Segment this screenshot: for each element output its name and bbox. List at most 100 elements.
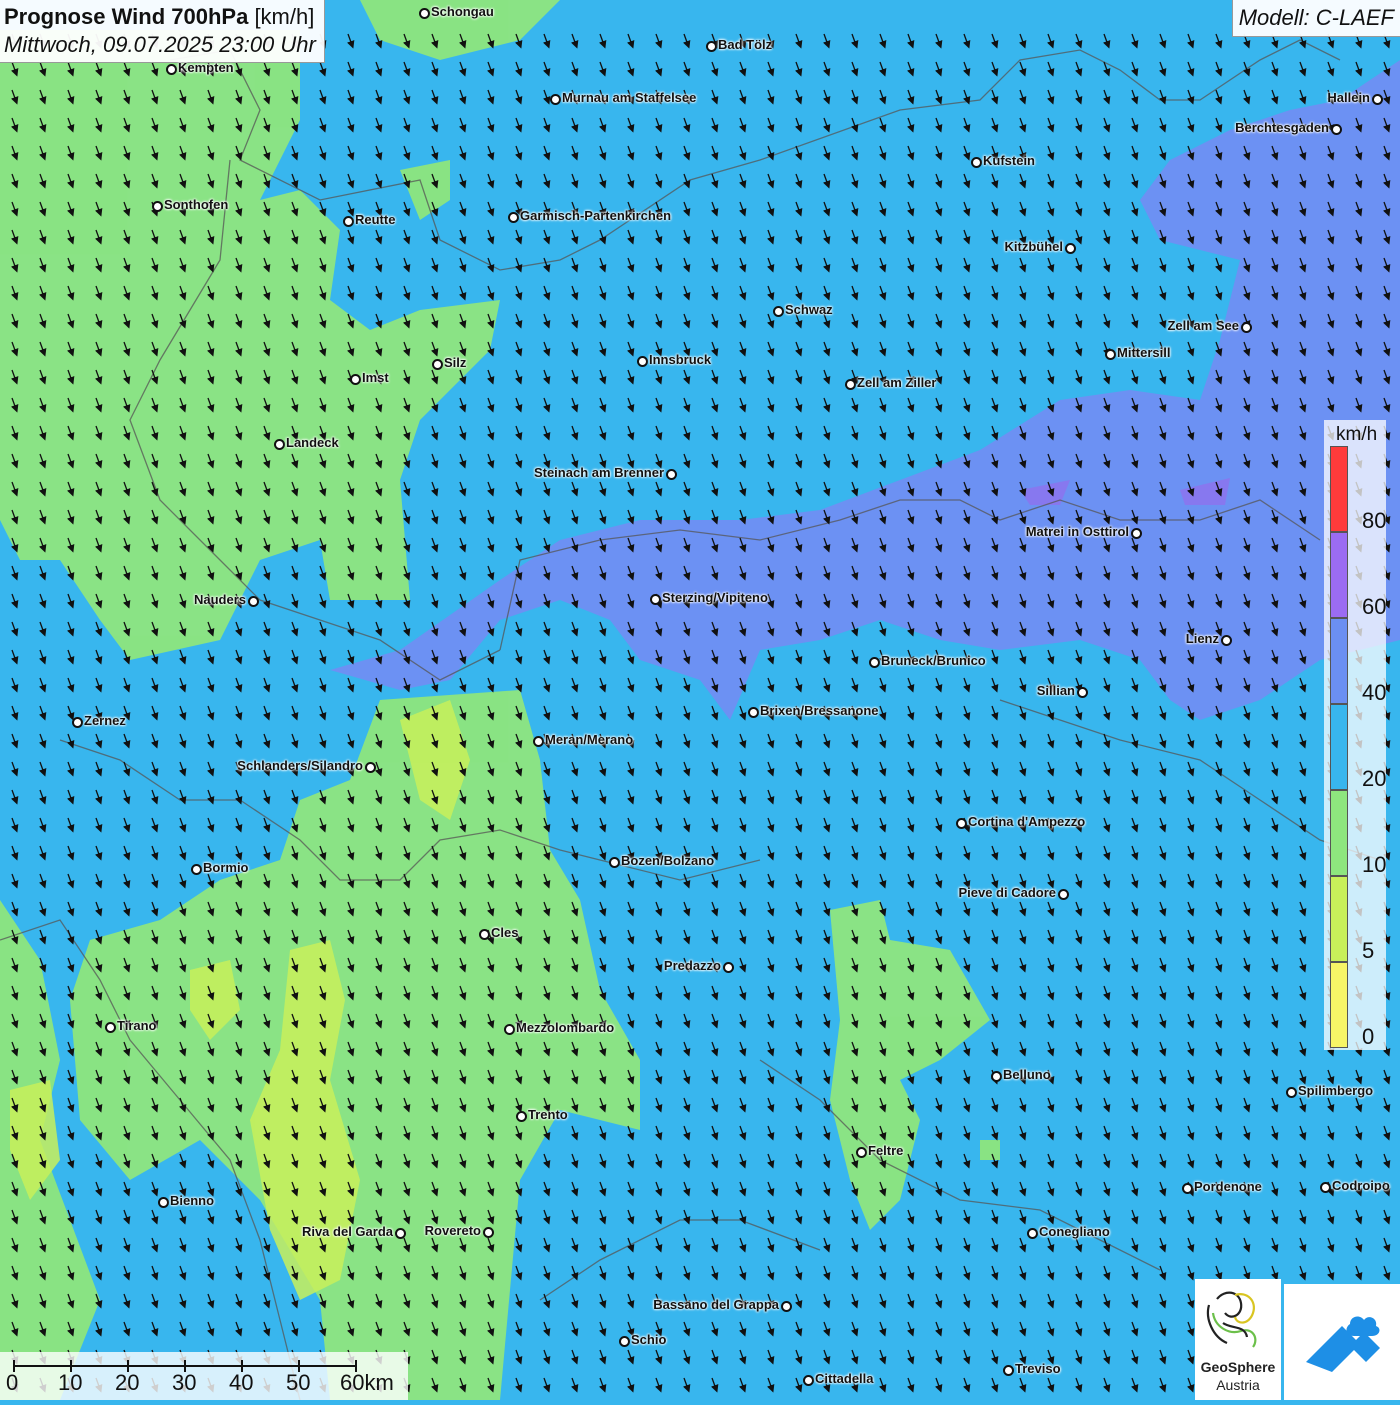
city-label: Schlanders/Silandro — [237, 758, 363, 773]
city-label: Bormio — [203, 860, 249, 875]
city-marker — [869, 657, 880, 668]
city-label: Zell am Ziller — [857, 375, 937, 390]
city-label: Schongau — [431, 4, 494, 19]
map-title-unit: [km/h] — [254, 4, 315, 29]
city-label: Nauders — [193, 592, 246, 607]
city-label: Mezzolombardo — [516, 1020, 615, 1035]
city-label: Feltre — [868, 1143, 904, 1158]
city-label: Riva del Garda — [301, 1224, 393, 1239]
city-marker — [191, 864, 202, 875]
city-label: Steinach am Brenner — [533, 465, 664, 480]
city-label: Imst — [362, 370, 389, 385]
mountain-cloud-icon — [1306, 1316, 1380, 1372]
city-label: Zell am See — [1167, 318, 1239, 333]
city-marker — [1241, 322, 1252, 333]
legend-tick-label: 80 — [1362, 508, 1387, 533]
scale-label-60km: 60km — [340, 1370, 394, 1395]
city-label: Meran/Merano — [545, 732, 634, 747]
city-label: Garmisch-Partenkirchen — [520, 208, 672, 223]
map-title: Prognose Wind 700hPa [km/h] — [4, 3, 316, 31]
logo-name: GeoSphere — [1200, 1359, 1276, 1375]
city-marker — [504, 1024, 515, 1035]
city-label: Cittadella — [815, 1371, 874, 1386]
legend-color-step — [1330, 446, 1348, 532]
city-marker — [781, 1301, 792, 1312]
legend-color-step — [1330, 532, 1348, 618]
city-label: Sonthofen — [164, 197, 229, 212]
city-label: Pordenone — [1194, 1179, 1262, 1194]
model-label: Modell: C-LAEF — [1231, 0, 1400, 37]
city-label: Sterzing/Vipiteno — [662, 590, 768, 605]
city-marker — [1065, 243, 1076, 254]
city-marker — [479, 929, 490, 940]
city-marker — [1058, 889, 1069, 900]
city-marker — [845, 379, 856, 390]
city-label: Mittersill — [1117, 345, 1171, 360]
legend-color-step — [1330, 962, 1348, 1048]
city-label: Kufstein — [983, 153, 1035, 168]
scale-label-40: 40 — [229, 1370, 254, 1395]
city-marker — [1003, 1365, 1014, 1376]
app-logo[interactable] — [1284, 1284, 1400, 1400]
city-label: Kitzbühel — [1004, 239, 1064, 254]
city-marker — [956, 818, 967, 829]
scale-label-50: 50 — [286, 1370, 311, 1395]
scale-label-10: 10 — [58, 1370, 83, 1395]
city-label: Trento — [528, 1107, 568, 1122]
legend-tick-label: 5 — [1362, 938, 1375, 963]
scale-label-30: 30 — [172, 1370, 197, 1395]
legend-tick-label: 60 — [1362, 594, 1387, 619]
city-label: Codroipo — [1332, 1178, 1390, 1193]
city-marker — [158, 1197, 169, 1208]
city-marker — [773, 306, 784, 317]
city-label: Schwaz — [785, 302, 833, 317]
city-label: Zernez — [84, 713, 126, 728]
city-marker — [1221, 635, 1232, 646]
scale-label-20: 20 — [115, 1370, 140, 1395]
geosphere-swirl-icon — [1206, 1291, 1257, 1348]
city-marker — [533, 736, 544, 747]
legend-color-step — [1330, 876, 1348, 962]
city-label: Conegliano — [1039, 1224, 1110, 1239]
city-marker — [248, 596, 259, 607]
city-label: Kempten — [178, 60, 234, 75]
scale-bar: 0 10 20 30 40 50 60km — [0, 1352, 408, 1400]
city-marker — [1027, 1228, 1038, 1239]
city-marker — [1320, 1182, 1331, 1193]
city-marker — [274, 439, 285, 450]
city-marker — [856, 1147, 867, 1158]
city-marker — [619, 1336, 630, 1347]
city-marker — [152, 201, 163, 212]
city-marker — [723, 962, 734, 973]
legend-color-step — [1330, 704, 1348, 790]
map-title-main: Prognose Wind 700hPa — [4, 4, 249, 29]
city-marker — [105, 1022, 116, 1033]
logo-sub: Austria — [1216, 1377, 1260, 1393]
city-marker — [1372, 94, 1383, 105]
legend-tick-label: 10 — [1362, 852, 1387, 877]
city-label: Pieve di Cadore — [958, 885, 1056, 900]
city-marker — [748, 707, 759, 718]
city-label: Cortina d'Ampezzo — [968, 814, 1086, 829]
city-marker — [432, 359, 443, 370]
city-label: Berchtesgaden — [1235, 120, 1329, 135]
city-marker — [1077, 687, 1088, 698]
city-marker — [991, 1071, 1002, 1082]
city-label: Bruneck/Brunico — [881, 653, 986, 668]
city-label: Bassano del Grappa — [653, 1297, 779, 1312]
city-label: Bad Tölz — [718, 37, 773, 52]
city-label: Lienz — [1185, 631, 1219, 646]
city-marker — [609, 857, 620, 868]
legend-unit: km/h — [1336, 424, 1378, 445]
city-label: Bienno — [170, 1193, 215, 1208]
city-label: Sillian — [1036, 683, 1075, 698]
city-label: Bozen/Bolzano — [621, 853, 715, 868]
city-label: Reutte — [355, 212, 396, 227]
scale-label-0: 0 — [6, 1370, 19, 1395]
city-marker — [666, 469, 677, 480]
city-marker — [395, 1228, 406, 1239]
city-label: Silz — [444, 355, 467, 370]
city-label: Innsbruck — [649, 352, 712, 367]
city-marker — [1286, 1087, 1297, 1098]
geosphere-logo[interactable]: GeoSphere Austria — [1195, 1279, 1281, 1400]
